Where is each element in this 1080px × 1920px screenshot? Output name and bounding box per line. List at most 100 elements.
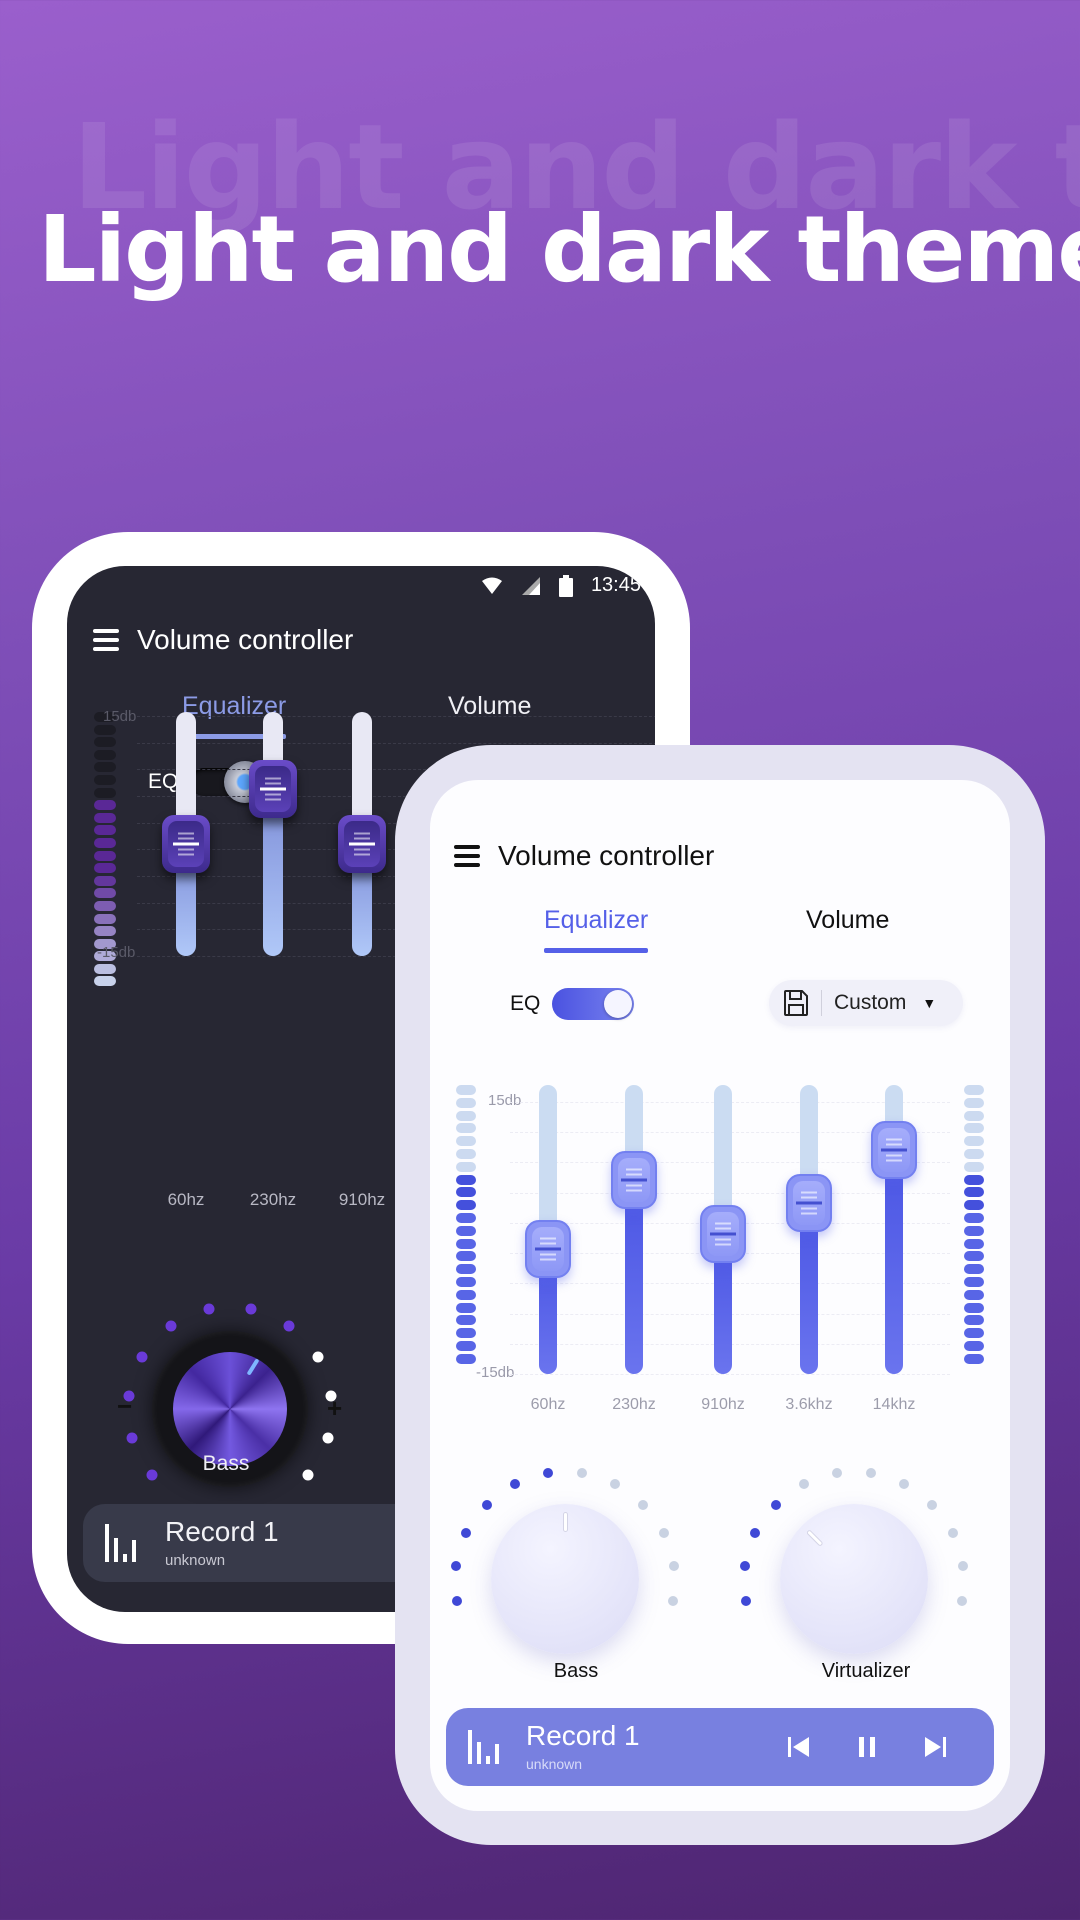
eq-slider-thumb[interactable]	[700, 1204, 746, 1263]
level-bar	[964, 1251, 984, 1262]
app-header: Volume controller	[454, 840, 714, 872]
pause-button[interactable]	[850, 1730, 884, 1764]
knob-virtualizer[interactable]	[780, 1504, 928, 1654]
knob-level-dot	[165, 1320, 177, 1332]
level-bar	[964, 1136, 984, 1147]
level-bar	[964, 1328, 984, 1339]
thumb-grip-icon	[796, 1189, 822, 1218]
knob-level-dot	[123, 1390, 135, 1402]
level-bar	[456, 1212, 476, 1223]
cellular-signal-icon	[521, 576, 540, 595]
knob-label: Bass	[553, 1660, 599, 1682]
eq-slider-thumb[interactable]	[162, 815, 210, 873]
next-button[interactable]	[918, 1730, 952, 1764]
knob-level-dot	[610, 1479, 621, 1490]
bass-knob-cap	[173, 1352, 287, 1466]
battery-icon	[558, 574, 573, 597]
level-bar	[94, 976, 116, 987]
level-meter-right	[964, 1085, 984, 1364]
knob-level-dot	[509, 1479, 520, 1490]
pause-icon	[859, 1737, 875, 1757]
knob-level-dot	[461, 1528, 472, 1539]
app-title: Volume controller	[137, 624, 354, 655]
knob-label: Virtualizer	[821, 1660, 911, 1682]
knob-level-dot	[668, 1596, 679, 1607]
eq-slider-thumb[interactable]	[249, 759, 297, 818]
eq-slider-thumb[interactable]	[525, 1220, 571, 1279]
eq-slider-thumb[interactable]	[611, 1151, 657, 1210]
knob-pointer	[805, 1529, 824, 1547]
level-bar	[94, 863, 116, 874]
menu-icon[interactable]	[454, 845, 480, 867]
previous-button[interactable]	[782, 1730, 816, 1764]
knob-level-dot	[750, 1528, 761, 1539]
level-bar	[94, 913, 116, 924]
tab-volume[interactable]: Volume	[806, 906, 889, 935]
level-bar	[94, 825, 116, 836]
eq-toggle[interactable]	[552, 988, 635, 1020]
level-bar	[456, 1276, 476, 1287]
knob-level-dot	[245, 1303, 257, 1315]
level-bar	[964, 1097, 984, 1108]
skip-previous-icon	[788, 1737, 809, 1757]
preset-selector[interactable]: Custom ▼	[769, 980, 963, 1026]
eq-slider-track[interactable]	[625, 1085, 643, 1374]
eq-slider-thumb[interactable]	[786, 1174, 832, 1233]
knob-level-dot	[146, 1469, 158, 1481]
band-frequency-label: 14khz	[872, 1396, 916, 1413]
level-bar	[94, 837, 116, 848]
level-bar	[456, 1200, 476, 1211]
level-bar	[964, 1225, 984, 1236]
knob-bass-control	[451, 1460, 679, 1680]
thumb-grip-icon	[535, 1235, 561, 1264]
level-bar	[94, 737, 116, 748]
knob-level-dot	[947, 1528, 958, 1539]
scale-min-label: -15db	[476, 1364, 515, 1381]
level-bar	[964, 1264, 984, 1275]
mini-player[interactable]: Record 1 unknown	[446, 1708, 994, 1786]
track-title: Record 1	[165, 1516, 279, 1547]
eq-slider-thumb[interactable]	[338, 815, 386, 873]
save-icon[interactable]	[783, 989, 809, 1017]
level-bar	[94, 800, 116, 811]
knob-level-dot	[451, 1596, 462, 1607]
eq-slider-track[interactable]	[263, 712, 283, 956]
knob-level-dot	[451, 1561, 462, 1572]
eq-toggle-row: EQ	[148, 761, 267, 803]
thumb-grip-icon	[710, 1219, 736, 1248]
level-bar	[456, 1148, 476, 1159]
menu-icon[interactable]	[93, 629, 119, 651]
knob-bass[interactable]	[491, 1504, 639, 1654]
eq-slider-thumb[interactable]	[871, 1120, 917, 1179]
thumb-grip-icon	[349, 830, 375, 859]
level-bar	[456, 1225, 476, 1236]
track-artist: unknown	[526, 1756, 583, 1772]
level-bar	[94, 900, 116, 911]
band-frequency-label: 230hz	[612, 1396, 656, 1413]
level-bar	[964, 1161, 984, 1172]
level-bar	[456, 1353, 476, 1364]
level-bar	[94, 963, 116, 974]
knob-level-dot	[798, 1479, 809, 1490]
tab-equalizer[interactable]: Equalizer	[544, 906, 649, 953]
level-bar	[964, 1302, 984, 1313]
knob-level-dot	[957, 1596, 968, 1607]
level-bar	[456, 1340, 476, 1351]
grid-line	[510, 1374, 950, 1375]
level-bar	[456, 1097, 476, 1108]
track-artist: unknown	[165, 1552, 226, 1569]
headline: Light and dark themes	[38, 196, 1080, 303]
scale-min-label: -15db	[97, 944, 136, 961]
level-bar	[456, 1136, 476, 1147]
band-frequency-label: 3.6khz	[785, 1396, 833, 1413]
knob-level-dot	[283, 1320, 295, 1332]
level-bar	[964, 1123, 984, 1134]
status-time: 13:45	[590, 574, 641, 596]
level-bar	[456, 1315, 476, 1326]
level-bar	[94, 774, 116, 785]
level-bar	[94, 850, 116, 861]
knob-level-dot	[638, 1499, 649, 1510]
grid-line	[137, 716, 655, 717]
level-bar	[94, 812, 116, 823]
knob-level-dot	[481, 1499, 492, 1510]
